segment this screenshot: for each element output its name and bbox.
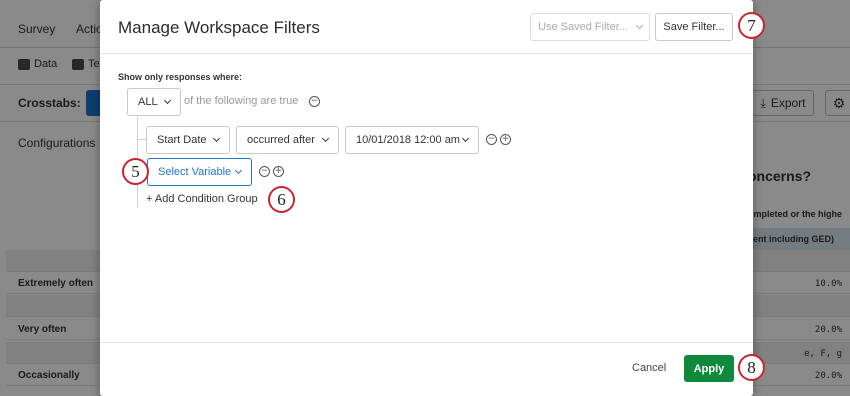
cancel-button[interactable]: Cancel <box>632 362 666 374</box>
chevron-down-icon <box>321 134 330 143</box>
manage-filters-dialog: Manage Workspace Filters Use Saved Filte… <box>100 0 753 396</box>
chevron-down-icon <box>461 134 470 143</box>
following-text: of the following are true <box>184 95 299 107</box>
chevron-down-icon <box>234 166 243 175</box>
remove-condition-icon[interactable]: − <box>486 134 497 145</box>
condition-field-dropdown[interactable]: Start Date <box>146 126 230 154</box>
apply-button[interactable]: Apply <box>684 355 734 382</box>
chevron-down-icon <box>212 134 221 143</box>
condition-value-dropdown[interactable]: 10/01/2018 12:00 am <box>345 126 479 154</box>
remove-condition-icon[interactable]: − <box>259 166 270 177</box>
footer-divider <box>100 342 753 343</box>
dialog-title: Manage Workspace Filters <box>118 18 320 37</box>
callout-marker-8: 8 <box>738 354 765 381</box>
remove-group-icon[interactable]: − <box>309 96 320 107</box>
chevron-down-icon <box>635 21 643 30</box>
condition-operator-dropdown[interactable]: occurred after <box>236 126 339 154</box>
callout-marker-7: 7 <box>738 12 765 39</box>
add-condition-icon[interactable]: + <box>273 166 284 177</box>
save-filter-button[interactable]: Save Filter... <box>655 13 733 41</box>
conjunction-dropdown[interactable]: ALL <box>127 88 181 116</box>
chevron-down-icon <box>163 96 172 105</box>
callout-marker-5: 5 <box>122 158 149 185</box>
header-divider <box>100 53 753 54</box>
select-variable-dropdown[interactable]: Select Variable <box>147 158 252 186</box>
callout-marker-6: 6 <box>268 186 295 213</box>
add-condition-group-link[interactable]: + Add Condition Group <box>146 193 258 205</box>
use-saved-filter-dropdown[interactable]: Use Saved Filter... <box>530 13 650 41</box>
tree-branch <box>137 139 146 140</box>
add-condition-icon[interactable]: + <box>500 134 511 145</box>
show-only-label: Show only responses where: <box>118 72 243 82</box>
